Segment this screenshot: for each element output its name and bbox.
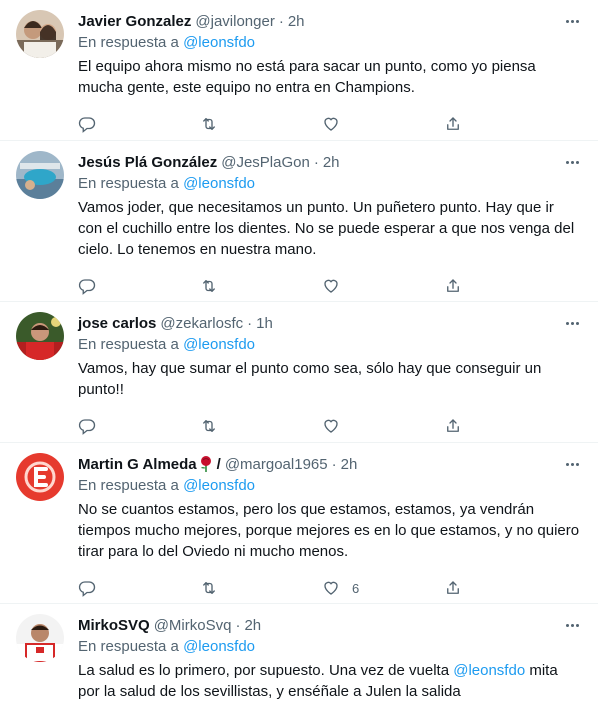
tweet-text: No se cuantos estamos, pero los que esta… <box>78 501 580 560</box>
share-button[interactable] <box>444 115 494 133</box>
author-handle[interactable]: @javilonger <box>195 13 274 30</box>
more-options-button[interactable] <box>562 153 582 171</box>
more-icon <box>565 19 569 23</box>
more-icon <box>565 160 569 164</box>
inline-mention-link[interactable]: @leonsfdo <box>453 662 525 679</box>
share-button[interactable] <box>444 417 494 435</box>
avatar[interactable] <box>16 312 64 360</box>
reply-context: En respuesta a @leonsfdo <box>78 336 256 353</box>
tweet[interactable]: Martin G Almeda / @margoal1965 · 2h En r… <box>0 443 598 604</box>
like-icon <box>324 581 338 595</box>
retweet-button[interactable] <box>200 277 250 295</box>
like-count: 6 <box>352 580 360 596</box>
author-name[interactable]: Martin G Almeda <box>78 456 197 473</box>
separator: · <box>278 12 284 30</box>
timestamp[interactable]: 2h <box>244 617 261 634</box>
tweet-text: El equipo ahora mismo no está para sacar… <box>78 58 536 96</box>
reply-context: En respuesta a @leonsfdo <box>78 175 256 192</box>
share-button[interactable] <box>444 579 494 597</box>
reply-context: En respuesta a @leonsfdo <box>78 34 256 51</box>
reply-button[interactable] <box>78 417 128 435</box>
reply-button[interactable] <box>78 579 128 597</box>
timestamp[interactable]: 2h <box>323 154 340 171</box>
like-button[interactable] <box>322 277 372 295</box>
reply-context: En respuesta a @leonsfdo <box>78 477 256 494</box>
retweet-icon <box>203 118 215 130</box>
share-icon <box>447 117 459 130</box>
more-icon <box>565 623 569 627</box>
author-name[interactable]: Jesús Plá González <box>78 154 217 171</box>
timestamp[interactable]: 2h <box>341 456 358 473</box>
tweet[interactable]: Jesús Plá González @JesPlaGon · 2h En re… <box>0 141 598 302</box>
reply-button[interactable] <box>78 277 128 295</box>
share-icon <box>447 279 459 292</box>
tweet-text: La salud es lo primero, por supuesto. Un… <box>78 662 558 700</box>
avatar[interactable] <box>16 614 64 662</box>
more-icon <box>565 321 569 325</box>
reply-mention-link[interactable]: @leonsfdo <box>183 175 255 192</box>
tweet-text: Vamos, hay que sumar el punto como sea, … <box>78 360 542 398</box>
author-name-suffix: / <box>216 455 221 473</box>
separator: · <box>313 153 319 171</box>
more-icon <box>565 462 569 466</box>
more-options-button[interactable] <box>562 616 582 634</box>
replies-feed: Javier Gonzalez @javilonger · 2h En resp… <box>0 0 598 703</box>
like-icon <box>324 419 338 433</box>
reply-icon <box>78 419 96 435</box>
tweet[interactable]: Javier Gonzalez @javilonger · 2h En resp… <box>0 0 598 141</box>
share-icon <box>447 419 459 432</box>
author-handle[interactable]: @MirkoSvq <box>154 617 232 634</box>
reply-mention-link[interactable]: @leonsfdo <box>183 477 255 494</box>
timestamp[interactable]: 1h <box>256 315 273 332</box>
like-button[interactable]: 6 <box>322 579 372 597</box>
avatar[interactable] <box>16 151 64 199</box>
author-name[interactable]: Javier Gonzalez <box>78 13 191 30</box>
author-name[interactable]: jose carlos <box>78 315 156 332</box>
more-options-button[interactable] <box>562 12 582 30</box>
author-handle[interactable]: @zekarlosfc <box>160 315 243 332</box>
reply-context: En respuesta a @leonsfdo <box>78 638 256 655</box>
like-icon <box>324 279 338 293</box>
tweet[interactable]: MirkoSVQ @MirkoSvq · 2h En respuesta a @… <box>0 604 598 703</box>
retweet-button[interactable] <box>200 417 250 435</box>
rose-icon <box>200 456 211 472</box>
share-icon <box>447 581 459 594</box>
tweet[interactable]: jose carlos @zekarlosfc · 1h En respuest… <box>0 302 598 443</box>
more-options-button[interactable] <box>562 455 582 473</box>
author-handle[interactable]: @JesPlaGon <box>221 154 310 171</box>
tweet-text: Vamos joder, que necesitamos un punto. U… <box>78 199 575 258</box>
like-button[interactable] <box>322 115 372 133</box>
separator: · <box>235 616 241 634</box>
reply-mention-link[interactable]: @leonsfdo <box>183 336 255 353</box>
author-handle[interactable]: @margoal1965 <box>225 456 328 473</box>
author-name[interactable]: MirkoSVQ <box>78 617 150 634</box>
reply-button[interactable] <box>78 115 128 133</box>
separator: · <box>331 455 337 473</box>
retweet-icon <box>203 280 215 292</box>
avatar[interactable] <box>16 10 64 58</box>
reply-icon <box>78 279 96 295</box>
reply-icon <box>78 581 96 597</box>
reply-mention-link[interactable]: @leonsfdo <box>183 638 255 655</box>
retweet-button[interactable] <box>200 579 250 597</box>
share-button[interactable] <box>444 277 494 295</box>
retweet-icon <box>203 582 215 594</box>
reply-icon <box>78 117 96 133</box>
separator: · <box>247 314 253 332</box>
timestamp[interactable]: 2h <box>288 13 305 30</box>
avatar[interactable] <box>16 453 64 501</box>
retweet-button[interactable] <box>200 115 250 133</box>
like-icon <box>324 117 338 131</box>
reply-mention-link[interactable]: @leonsfdo <box>183 34 255 51</box>
like-button[interactable] <box>322 417 372 435</box>
more-options-button[interactable] <box>562 314 582 332</box>
retweet-icon <box>203 420 215 432</box>
